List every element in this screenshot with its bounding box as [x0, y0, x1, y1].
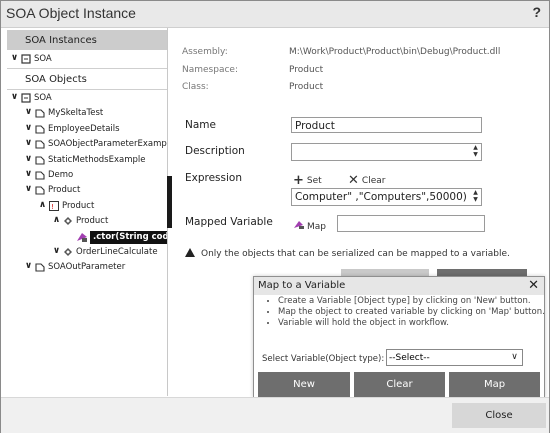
- map-icon: [294, 221, 304, 229]
- map-to-variable-popup: Map to a Variable ✕ Create a Variable [O…: [253, 276, 545, 398]
- tree-item-label: StaticMethodsExample: [48, 154, 146, 165]
- soa-object-instance-dialog: SOA Object Instance ? SOA Instances ∨ SO…: [0, 0, 550, 433]
- soa-objects-label: SOA Objects: [25, 74, 87, 85]
- title-bar: SOA Object Instance ?: [1, 1, 549, 28]
- expression-scroll-arrows[interactable]: ▲ ▼: [471, 189, 480, 203]
- tree-item-label: Product: [48, 185, 81, 196]
- tree-item-label: Demo: [48, 170, 74, 180]
- mapped-variable-label: Mapped Variable: [185, 216, 273, 228]
- chevron-down-icon[interactable]: ∨: [24, 154, 33, 164]
- close-button[interactable]: Close: [452, 403, 546, 428]
- class-icon: [35, 140, 45, 149]
- expression-input[interactable]: Computer" ,"Computers",50000) ▲ ▼: [291, 188, 482, 206]
- tree-item-label: MySkeltaTest: [48, 108, 104, 119]
- chevron-down-icon[interactable]: ∨: [24, 138, 33, 148]
- expression-value: Computer" ,"Computers",50000): [295, 191, 467, 203]
- close-icon: ✕: [348, 173, 359, 188]
- chevron-down-icon[interactable]: ∨: [24, 184, 33, 194]
- class-icon: [35, 109, 45, 118]
- expression-label: Expression: [185, 172, 242, 184]
- tree-item-label: SOAOutParameter: [48, 262, 126, 273]
- select-variable-label: Select Variable(Object type):: [262, 354, 385, 364]
- variable-select[interactable]: --Select--: [386, 349, 523, 366]
- assembly-value: M:\Work\Product\Product\bin\Debug\Produc…: [289, 47, 501, 57]
- instruction-item: Create a Variable [Object type] by click…: [278, 296, 548, 307]
- constructor-group-icon: [64, 217, 72, 226]
- tree-item-label: SOAObjectParameterExample: [48, 139, 168, 150]
- clear-button[interactable]: Clear: [354, 372, 445, 397]
- namespace-icon: [21, 93, 31, 103]
- class-icon: [35, 156, 45, 165]
- description-label: Description: [185, 145, 245, 157]
- serialization-note: Only the objects that can be serialized …: [185, 248, 510, 259]
- close-icon[interactable]: ✕: [528, 278, 539, 293]
- chevron-down-icon[interactable]: ∨: [10, 92, 19, 102]
- description-input[interactable]: ▲ ▼: [291, 143, 482, 161]
- hidden-button: [437, 269, 527, 276]
- assembly-label: Assembly:: [182, 47, 228, 57]
- hidden-button: [341, 269, 429, 276]
- object-icon: !: [49, 200, 59, 211]
- namespace-label: Namespace:: [182, 65, 238, 75]
- instruction-item: Map the object to created variable by cl…: [278, 307, 548, 318]
- dialog-footer: Close: [1, 397, 549, 433]
- popup-title-bar: Map to a Variable ✕: [254, 277, 544, 295]
- chevron-down-icon[interactable]: ∨: [24, 261, 33, 271]
- tree-item-label: Product: [76, 216, 109, 227]
- map-variable-button[interactable]: Map: [449, 372, 540, 397]
- namespace-value: Product: [289, 65, 324, 75]
- tree-item-label: SOA: [34, 93, 52, 103]
- warning-icon: [185, 248, 195, 257]
- map-button[interactable]: Map: [293, 219, 326, 232]
- chevron-down-icon[interactable]: ∨: [24, 123, 33, 133]
- chevron-down-icon[interactable]: ∨: [10, 53, 19, 63]
- name-label: Name: [185, 119, 216, 131]
- mapped-variable-input[interactable]: [337, 215, 485, 232]
- class-value: Product: [289, 82, 324, 92]
- tree-item-label: OrderLineCalculate: [76, 247, 158, 257]
- help-icon[interactable]: ?: [532, 4, 541, 20]
- name-input[interactable]: Product: [291, 117, 482, 133]
- namespace-icon: [21, 54, 31, 64]
- chevron-down-icon[interactable]: ∨: [24, 107, 33, 117]
- popup-title: Map to a Variable: [258, 280, 346, 291]
- popup-instructions: Create a Variable [Object type] by click…: [264, 296, 548, 329]
- divider: [7, 68, 167, 69]
- chevron-down-icon[interactable]: ∨: [24, 169, 33, 179]
- svg-text:!: !: [51, 203, 54, 211]
- tree-item-label: EmployeeDetails: [48, 123, 120, 134]
- class-label: Class:: [182, 82, 209, 92]
- description-scroll-arrows[interactable]: ▲ ▼: [471, 144, 480, 158]
- constructor-group-icon: [64, 248, 72, 256]
- tree-item-label: Product: [62, 200, 95, 211]
- set-button[interactable]: + Set: [293, 173, 322, 188]
- plus-icon: +: [293, 173, 304, 188]
- clear-expression-button[interactable]: ✕ Clear: [348, 173, 385, 188]
- method-icon: [77, 232, 87, 242]
- new-button[interactable]: New: [258, 372, 350, 397]
- chevron-up-icon[interactable]: ∧: [38, 200, 47, 210]
- chevron-up-icon[interactable]: ∧: [52, 215, 61, 225]
- class-icon: [35, 171, 45, 180]
- class-icon: [35, 125, 45, 134]
- instruction-item: Variable will hold the object in workflo…: [278, 318, 548, 329]
- objects-pane: SOA Instances ∨ SOA SOA Objects ∨ SOA ∨ MyS…: [7, 28, 168, 396]
- dialog-title: SOA Object Instance: [6, 5, 136, 21]
- divider: [7, 89, 167, 90]
- class-icon: [35, 186, 45, 195]
- tree-item-label: .ctor(String code): [90, 230, 167, 244]
- class-icon: [35, 263, 45, 272]
- soa-instances-header: SOA Instances: [7, 30, 167, 50]
- chevron-down-icon[interactable]: ∨: [52, 246, 61, 256]
